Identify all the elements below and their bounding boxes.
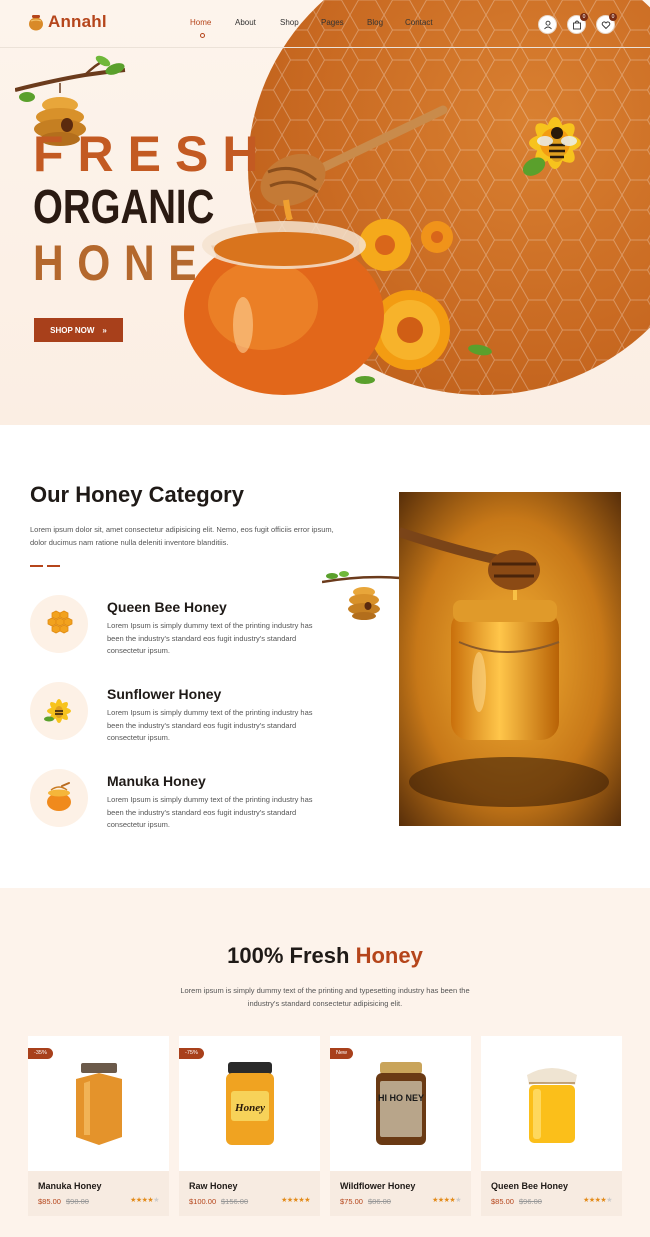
account-button[interactable] [538, 15, 557, 34]
brand-logo[interactable]: Annahl [28, 12, 107, 32]
honey-jar-photo [399, 492, 621, 826]
hero-section: Annahl Home About Shop Pages Blog Contac… [0, 0, 650, 425]
nav-contact[interactable]: Contact [405, 18, 433, 27]
nav-pages[interactable]: Pages [321, 18, 344, 27]
fresh-honey-section: 100% Fresh Honey Lorem ipsum is simply d… [0, 888, 650, 1237]
rating-stars: ★★★★★ [130, 1197, 159, 1204]
nav-shop[interactable]: Shop [280, 18, 299, 27]
category-heading: Our Honey Category [30, 482, 244, 507]
site-header: Annahl Home About Shop Pages Blog Contac… [0, 0, 650, 48]
nav-blog[interactable]: Blog [367, 18, 383, 27]
product-info: Manuka Honey $85.00 $98.00 ★★★★★ [28, 1171, 169, 1216]
cart-count-badge: 0 [580, 13, 588, 21]
category-icon-wrap [30, 682, 88, 740]
product-image[interactable] [481, 1036, 622, 1171]
category-text: Lorem Ipsum is simply dummy text of the … [107, 795, 313, 829]
jar-label-text: HI HO NEY [377, 1093, 423, 1103]
rating-stars: ★★★★★ [432, 1197, 461, 1204]
product-price: $100.00 [189, 1197, 217, 1206]
nav-home[interactable]: Home [190, 18, 211, 27]
category-item-manuka[interactable]: Manuka Honey Lorem Ipsum is simply dummy… [30, 769, 350, 839]
category-item-sunflower[interactable]: Sunflower Honey Lorem Ipsum is simply du… [30, 682, 350, 752]
section-divider [30, 565, 60, 567]
product-name[interactable]: Raw Honey [189, 1181, 238, 1191]
wishlist-button[interactable]: 0 [596, 13, 617, 34]
honey-pot-icon [47, 782, 71, 811]
category-icon-wrap [30, 595, 88, 653]
product-old-price: $86.00 [368, 1197, 391, 1206]
product-card-raw[interactable]: Honey -75% Raw Honey $100.00 $156.00 ★★★… [179, 1036, 320, 1216]
product-info: Raw Honey $100.00 $156.00 ★★★★★ [179, 1171, 320, 1216]
product-name[interactable]: Queen Bee Honey [491, 1181, 568, 1191]
wishlist-count-badge: 0 [609, 13, 617, 21]
product-name[interactable]: Manuka Honey [38, 1181, 102, 1191]
category-name: Manuka Honey [107, 773, 206, 789]
hexagon-honey-jar-icon [75, 1062, 122, 1145]
honeycomb-icon [47, 610, 73, 634]
product-info: Queen Bee Honey $85.00 $96.00 ★★★★★ [481, 1171, 622, 1216]
product-card-wildflower[interactable]: HI HO NEY New Wildflower Honey $75.00 $8… [330, 1036, 471, 1216]
product-info: Wildflower Honey $75.00 $86.00 ★★★★★ [330, 1171, 471, 1216]
product-name[interactable]: Wildflower Honey [340, 1181, 415, 1191]
shop-now-label: SHOP NOW [50, 325, 95, 335]
header-actions: 0 0 [538, 13, 617, 34]
fresh-heading-accent: Honey [355, 943, 423, 968]
product-old-price: $156.00 [221, 1197, 249, 1206]
category-item-queen-bee[interactable]: Queen Bee Honey Lorem Ipsum is simply du… [30, 595, 350, 665]
active-nav-indicator [200, 33, 205, 38]
category-name: Sunflower Honey [107, 686, 222, 702]
honey-pot-logo-icon [29, 15, 43, 31]
rating-stars: ★★★★★ [281, 1197, 310, 1204]
product-price: $85.00 [38, 1197, 61, 1206]
honey-category-section: Our Honey Category Lorem ipsum dolor sit… [0, 425, 650, 888]
category-icon-wrap [30, 769, 88, 827]
user-icon [543, 20, 552, 29]
category-text: Lorem Ipsum is simply dummy text of the … [107, 621, 313, 655]
heart-icon [601, 20, 610, 29]
product-old-price: $96.00 [519, 1197, 542, 1206]
hanging-beehive-small-illustration [322, 571, 400, 620]
brand-name: Annahl [48, 12, 107, 31]
kraft-label-honey-jar-icon: HI HO NEY [375, 1061, 426, 1145]
discount-tag: -75% [179, 1048, 204, 1059]
fresh-heading: 100% Fresh Honey [0, 943, 650, 969]
category-text: Lorem Ipsum is simply dummy text of the … [107, 708, 313, 742]
product-price: $75.00 [340, 1197, 363, 1206]
double-chevron-right-icon: » [102, 325, 107, 335]
discount-tag: -35% [28, 1048, 53, 1059]
shopping-bag-icon [572, 20, 581, 29]
product-old-price: $98.00 [66, 1197, 89, 1206]
sunflower-bee-illustration [522, 117, 581, 176]
new-tag: New [330, 1048, 354, 1059]
sunflower-bee-icon [44, 699, 71, 723]
product-card-queen-bee[interactable]: Queen Bee Honey $85.00 $96.00 ★★★★★ [481, 1036, 622, 1216]
cloth-top-honey-jar-icon [526, 1067, 577, 1143]
honey-jar-illustration [184, 221, 384, 395]
product-price: $85.00 [491, 1197, 514, 1206]
shop-now-button[interactable]: SHOP NOW » [34, 318, 123, 342]
rating-stars: ★★★★★ [583, 1197, 612, 1204]
fresh-description: Lorem ipsum is simply dummy text of the … [180, 986, 470, 1008]
nav-about[interactable]: About [235, 18, 256, 27]
jar-label-text: Honey [234, 1102, 265, 1114]
honey-dipper-illustration [260, 105, 448, 220]
category-name: Queen Bee Honey [107, 599, 227, 615]
category-description: Lorem ipsum dolor sit, amet consectetur … [30, 525, 334, 547]
product-card-manuka[interactable]: -35% Manuka Honey $85.00 $98.00 ★★★★★ [28, 1036, 169, 1216]
hero-title-fresh: FRESH [33, 126, 273, 182]
fresh-heading-main: 100% Fresh [227, 943, 350, 968]
labeled-honey-jar-icon: Honey [225, 1061, 274, 1145]
cart-button[interactable]: 0 [567, 13, 588, 34]
